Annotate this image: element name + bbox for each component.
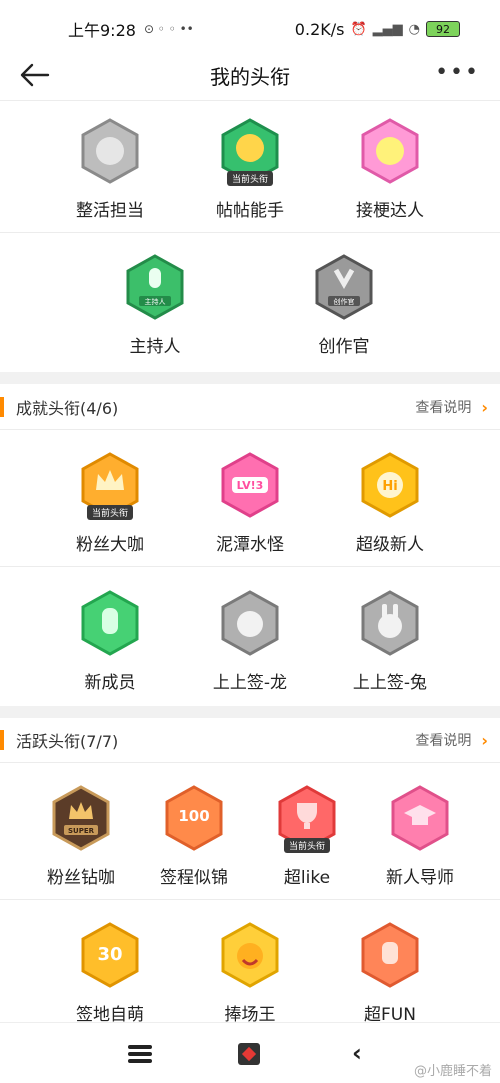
creator-sub-label: 创作官	[334, 297, 355, 306]
pink-character-badge-icon	[360, 118, 420, 184]
app-header: 我的头衔 •••	[0, 50, 500, 100]
status-notification-icons: ⊙ ◦ ◦ ••	[143, 22, 194, 36]
current-title-tag: 当前头衔	[86, 505, 134, 520]
section-title: 活跃头衔(7/7)	[16, 732, 119, 751]
section-accent-bar	[0, 730, 4, 750]
section-title: 成就头衔(4/6)	[16, 399, 119, 418]
days-30-text: 30	[97, 944, 122, 965]
badge-creator[interactable]: 创作官 创作官	[274, 254, 414, 357]
badge-label: 超级新人	[356, 535, 424, 555]
back-arrow-icon[interactable]	[18, 58, 52, 92]
hi-text: Hi	[382, 479, 397, 494]
badge-label: 整活担当	[76, 201, 144, 221]
battery-icon: 92	[426, 21, 460, 37]
alarm-icon: ⏰	[350, 21, 367, 37]
badge-label: 泥潭水怪	[216, 535, 284, 555]
badge-zhenghuo[interactable]: 整活担当	[40, 118, 180, 221]
badge-host[interactable]: 主持人 主持人	[85, 254, 225, 357]
badge-label: 粉丝大咖	[76, 535, 144, 555]
current-title-tag: 当前头衔	[226, 171, 274, 186]
section-active-header: 活跃头衔(7/7) 查看说明 ›	[0, 718, 500, 762]
badge-tietie[interactable]: 当前头衔 帖帖能手	[180, 118, 320, 221]
badge-cheer-king[interactable]: 捧场王	[180, 922, 320, 1025]
badge-super-fun[interactable]: 超FUN	[320, 922, 460, 1025]
lv3-text: LV!3	[237, 479, 264, 492]
hi-badge-icon: Hi	[360, 452, 420, 518]
lv3-badge-icon: LV!3	[220, 452, 280, 518]
watermark: @小鹿睡不着	[413, 1064, 492, 1079]
grad-cap-badge-icon	[390, 785, 450, 851]
creator-hand-badge-icon: 创作官	[314, 254, 374, 320]
badge-mentor[interactable]: 新人导师	[350, 785, 490, 888]
wifi-icon: ◔	[408, 21, 420, 37]
crown-badge-icon: 当前头衔	[80, 452, 140, 520]
section-achievement-header: 成就头衔(4/6) 查看说明 ›	[0, 385, 500, 429]
status-time: 上午9:28	[68, 21, 136, 40]
super-crown-badge-icon: SUPER	[51, 785, 111, 851]
net-speed: 0.2K/s	[294, 19, 345, 39]
view-explanation-link[interactable]: 查看说明	[415, 730, 471, 750]
badge-label: 主持人	[129, 337, 181, 357]
badge-super-newbie[interactable]: Hi 超级新人	[320, 452, 460, 555]
home-icon[interactable]	[238, 1043, 260, 1065]
badge-label: 新人导师	[386, 868, 454, 888]
100-days-badge-icon: 100	[164, 785, 224, 851]
menu-icon[interactable]	[128, 1045, 152, 1063]
badge-checkin-30[interactable]: 30 签地自萌	[40, 922, 180, 1025]
more-options-icon[interactable]: •••	[435, 60, 480, 85]
signal-icon: ▂▄▆	[372, 21, 403, 37]
badge-label: 创作官	[318, 337, 370, 357]
host-microphone-badge-icon: 主持人	[125, 254, 185, 320]
badge-label: 接梗达人	[356, 201, 424, 221]
badge-lucky-dragon[interactable]: 上上签-龙	[180, 590, 320, 693]
chevron-right-icon[interactable]: ›	[481, 398, 488, 417]
chevron-right-icon[interactable]: ›	[481, 731, 488, 750]
super-text: SUPER	[68, 827, 95, 835]
badge-label: 帖帖能手	[216, 201, 284, 221]
current-title-tag: 当前头衔	[283, 838, 331, 853]
green-character-badge-icon: 当前头衔	[220, 118, 280, 186]
rock-hand-badge-icon	[360, 922, 420, 988]
back-chevron-icon[interactable]: ‹	[352, 1039, 362, 1067]
rabbit-gray-badge-icon	[360, 590, 420, 656]
badge-mud-monster[interactable]: LV!3 泥潭水怪	[180, 452, 320, 555]
gray-character-badge-icon	[80, 118, 140, 184]
trophy-badge-icon: 当前头衔	[277, 785, 337, 853]
badge-label: 上上签-龙	[212, 673, 288, 693]
badge-fans-vip[interactable]: 当前头衔 粉丝大咖	[40, 452, 180, 555]
badge-lucky-rabbit[interactable]: 上上签-兔	[320, 590, 460, 693]
view-explanation-link[interactable]: 查看说明	[415, 397, 471, 417]
section-accent-bar	[0, 397, 4, 417]
days-100-text: 100	[178, 807, 209, 825]
30-days-badge-icon: 30	[80, 922, 140, 988]
badge-label: 上上签-兔	[352, 673, 428, 693]
hand-wings-badge-icon	[80, 590, 140, 656]
dragon-gray-badge-icon	[220, 590, 280, 656]
badge-new-member[interactable]: 新成员	[40, 590, 180, 693]
host-sub-label: 主持人	[145, 297, 166, 306]
cheer-face-badge-icon	[220, 922, 280, 988]
badge-jiegeng[interactable]: 接梗达人	[320, 118, 460, 221]
badge-label: 新成员	[84, 673, 136, 693]
page-title: 我的头衔	[210, 64, 290, 89]
